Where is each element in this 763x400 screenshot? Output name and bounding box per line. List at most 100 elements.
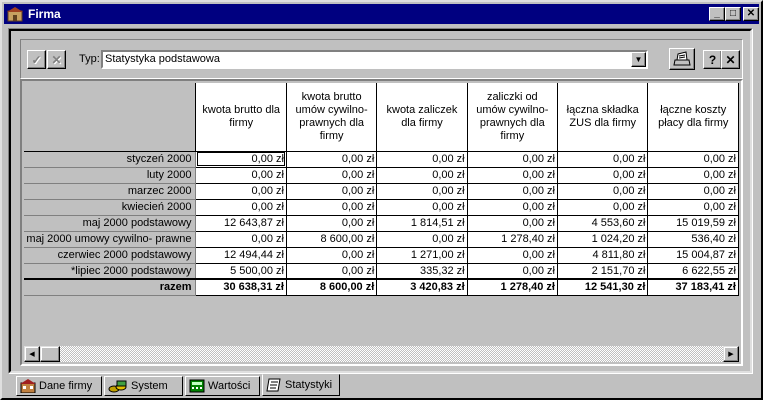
help-button[interactable]: ? [703,50,722,69]
column-header: łączne koszty płacy dla firmy [647,83,739,152]
table-cell[interactable]: 0,00 zł [376,199,468,216]
table-cell[interactable]: 0,00 zł [286,247,378,264]
total-cell[interactable]: 37 183,41 zł [647,278,739,296]
table-cell[interactable]: 2 151,70 zł [557,263,649,280]
table-cell[interactable]: 0,00 zł [467,247,558,264]
notebook-icon [266,378,281,392]
printer-icon [673,51,691,66]
row-label: maj 2000 podstawowy [24,215,197,232]
table-cell[interactable]: 0,00 zł [195,199,287,216]
table-cell[interactable]: 12 643,87 zł [195,215,287,232]
column-header: kwota zaliczek dla firmy [376,83,468,152]
row-label: styczeń 2000 [24,151,197,168]
table-row: kwiecień 2000 0,00 zł 0,00 zł 0,00 zł 0,… [24,199,739,216]
table-cell[interactable]: 0,00 zł [557,183,649,200]
table-cell[interactable]: 15 004,87 zł [647,247,739,264]
table-cell-selected[interactable]: 0,00 zł [195,151,287,168]
table-cell[interactable]: 335,32 zł [376,263,468,280]
statistics-grid-frame: kwota brutto dla firmy kwota brutto umów… [20,79,743,366]
table-cell[interactable]: 0,00 zł [195,231,287,248]
table-cell[interactable]: 0,00 zł [647,151,739,168]
table-row: luty 2000 0,00 zł 0,00 zł 0,00 zł 0,00 z… [24,167,739,184]
table-cell[interactable]: 0,00 zł [376,231,468,248]
table-cell[interactable]: 5 500,00 zł [195,263,287,280]
table-cell[interactable]: 1 024,20 zł [557,231,649,248]
table-cell[interactable]: 0,00 zł [467,183,558,200]
table-cell[interactable]: 0,00 zł [647,199,739,216]
table-cell[interactable]: 0,00 zł [647,183,739,200]
table-cell[interactable]: 1 271,00 zł [376,247,468,264]
table-cell[interactable]: 0,00 zł [286,199,378,216]
table-cell[interactable]: 0,00 zł [557,167,649,184]
scroll-thumb[interactable] [40,346,60,362]
calculator-icon [189,379,205,393]
table-cell[interactable]: 0,00 zł [286,263,378,280]
tab-label: Wartości [208,380,251,392]
tab-system[interactable]: System [104,376,183,396]
table-cell[interactable]: 4 811,80 zł [557,247,649,264]
table-row: marzec 2000 0,00 zł 0,00 zł 0,00 zł 0,00… [24,183,739,200]
table-row: styczeń 2000 0,00 zł 0,00 zł 0,00 zł 0,0… [24,151,739,168]
typ-select-value: Statystyka podstawowa [105,53,220,65]
table-cell[interactable]: 15 019,59 zł [647,215,739,232]
statistics-grid[interactable]: kwota brutto dla firmy kwota brutto umów… [24,83,739,348]
table-cell[interactable]: 0,00 zł [647,167,739,184]
table-cell[interactable]: 0,00 zł [286,215,378,232]
total-cell[interactable]: 1 278,40 zł [467,278,558,296]
column-header: zaliczki od umów cywilno-prawnych dla fi… [467,83,558,152]
table-cell[interactable]: 0,00 zł [376,151,468,168]
tab-wartosci[interactable]: Wartości [185,376,260,396]
minimize-button[interactable]: _ [709,7,725,21]
title-bar[interactable]: Firma _ □ ✕ [4,4,759,24]
table-cell[interactable]: 0,00 zł [467,151,558,168]
table-cell[interactable]: 0,00 zł [376,167,468,184]
table-cell[interactable]: 0,00 zł [286,183,378,200]
close-button[interactable]: ✕ [743,7,759,21]
scroll-right-icon[interactable]: ▶ [723,346,739,362]
table-cell[interactable]: 4 553,60 zł [557,215,649,232]
maximize-button[interactable]: □ [725,7,741,21]
table-cell[interactable]: 0,00 zł [376,183,468,200]
table-cell[interactable]: 0,00 zł [467,215,558,232]
total-row: razem 30 638,31 zł 8 600,00 zł 3 420,83 … [24,278,739,296]
corner-cell [24,83,197,152]
typ-select[interactable]: Statystyka podstawowa ▼ [101,50,648,69]
print-button[interactable] [669,48,695,70]
table-cell[interactable]: 0,00 zł [195,183,287,200]
table-cell[interactable]: 0,00 zł [557,199,649,216]
row-label: marzec 2000 [24,183,197,200]
table-row: *lipiec 2000 podstawowy 5 500,00 zł 0,00… [24,263,739,280]
total-cell[interactable]: 8 600,00 zł [286,278,378,296]
scroll-left-icon[interactable]: ◀ [24,346,40,362]
table-cell[interactable]: 0,00 zł [557,151,649,168]
typ-label: Typ: [79,53,100,65]
tab-dane-firmy[interactable]: Dane firmy [16,376,102,396]
cancel-button[interactable]: ✕ [47,50,66,69]
dropdown-arrow-icon[interactable]: ▼ [631,52,646,67]
total-cell[interactable]: 12 541,30 zł [557,278,649,296]
table-cell[interactable]: 1 278,40 zł [467,231,558,248]
column-header: kwota brutto dla firmy [195,83,287,152]
table-row: czerwiec 2000 podstawowy 12 494,44 zł 0,… [24,247,739,264]
table-cell[interactable]: 0,00 zł [467,199,558,216]
close-document-button[interactable]: ✕ [721,50,740,69]
table-cell[interactable]: 12 494,44 zł [195,247,287,264]
table-cell[interactable]: 0,00 zł [286,167,378,184]
firma-window: Firma _ □ ✕ ✓ ✕ Typ: Statystyka podstawo… [0,0,763,400]
table-cell[interactable]: 0,00 zł [195,167,287,184]
table-cell[interactable]: 8 600,00 zł [286,231,378,248]
table-cell[interactable]: 0,00 zł [467,167,558,184]
table-cell[interactable]: 0,00 zł [467,263,558,280]
column-header: łączna składka ZUS dla firmy [557,83,649,152]
table-cell[interactable]: 0,00 zł [286,151,378,168]
total-cell[interactable]: 30 638,31 zł [195,278,287,296]
confirm-button[interactable]: ✓ [27,50,46,69]
tab-statystyki[interactable]: Statystyki [262,374,340,396]
table-cell[interactable]: 6 622,55 zł [647,263,739,280]
horizontal-scrollbar[interactable]: ◀ ▶ [24,346,739,362]
table-cell[interactable]: 1 814,51 zł [376,215,468,232]
total-label: razem [24,278,197,296]
row-label: luty 2000 [24,167,197,184]
table-cell[interactable]: 536,40 zł [647,231,739,248]
total-cell[interactable]: 3 420,83 zł [376,278,468,296]
